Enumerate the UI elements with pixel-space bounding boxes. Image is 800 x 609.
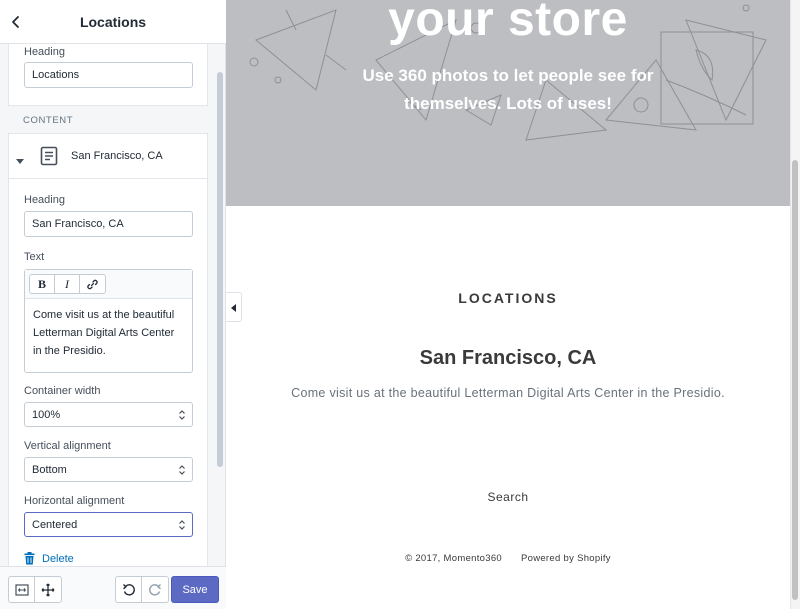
redo-button[interactable] bbox=[142, 577, 168, 602]
heading-input[interactable]: Locations bbox=[24, 62, 193, 88]
storefront-preview: your store Use 360 photos to let people … bbox=[226, 0, 800, 609]
location-name: San Francisco, CA bbox=[419, 347, 597, 369]
text-label: Text bbox=[24, 251, 45, 263]
select-arrows-icon bbox=[179, 410, 185, 420]
vertical-alignment-label: Vertical alignment bbox=[24, 440, 111, 452]
copyright-text: © 2017, Momento360 bbox=[405, 553, 503, 564]
bold-button[interactable]: B bbox=[30, 275, 55, 293]
hero-title: your store bbox=[388, 0, 628, 46]
footer-search-link[interactable]: Search bbox=[226, 490, 790, 504]
horizontal-alignment-value: Centered bbox=[32, 519, 78, 531]
heading-label: Heading bbox=[24, 46, 65, 58]
hero-banner: your store Use 360 photos to let people … bbox=[226, 0, 790, 206]
footer-credits: © 2017, Momento360 Powered by Shopify bbox=[226, 553, 790, 564]
expand-horizontal-icon bbox=[14, 583, 29, 596]
block-name: San Francisco, CA bbox=[71, 150, 163, 162]
delete-block-button[interactable]: Delete bbox=[24, 552, 74, 565]
block-row-san-francisco[interactable]: San Francisco, CA bbox=[8, 133, 208, 179]
theme-editor-sidebar: Locations Heading Locations CONTENT San … bbox=[0, 0, 226, 609]
select-arrows-icon bbox=[179, 465, 185, 475]
select-arrows-icon bbox=[179, 520, 185, 530]
block-heading-label: Heading bbox=[24, 194, 65, 206]
horizontal-alignment-label: Horizontal alignment bbox=[24, 495, 125, 507]
rich-text-editor: B I Come visit us at the beautiful Lette… bbox=[24, 269, 193, 373]
sidebar-header: Locations bbox=[0, 0, 226, 44]
delete-label: Delete bbox=[42, 552, 74, 565]
location-description: Come visit us at the beautiful Letterman… bbox=[291, 386, 725, 400]
sidebar-scroll-area: Heading Locations CONTENT San Francisco,… bbox=[0, 44, 226, 566]
container-width-label: Container width bbox=[24, 385, 101, 397]
locations-section-title: LOCATIONS bbox=[458, 290, 558, 306]
link-button[interactable] bbox=[80, 275, 105, 293]
horizontal-alignment-select[interactable]: Centered bbox=[24, 512, 193, 537]
powered-by-link[interactable]: Powered by Shopify bbox=[521, 553, 611, 564]
preview-scrollbar-thumb[interactable] bbox=[792, 160, 798, 600]
italic-button[interactable]: I bbox=[55, 275, 80, 293]
container-width-value: 100% bbox=[32, 409, 61, 421]
content-section-label: CONTENT bbox=[23, 115, 74, 126]
vertical-alignment-select[interactable]: Bottom bbox=[24, 457, 193, 482]
rich-text-toolbar: B I bbox=[25, 270, 192, 299]
rich-text-content[interactable]: Come visit us at the beautiful Letterman… bbox=[33, 306, 185, 360]
hero-subtitle: Use 360 photos to let people see for the… bbox=[362, 66, 654, 113]
trash-icon bbox=[24, 552, 35, 565]
move-icon bbox=[41, 583, 55, 596]
block-heading-input[interactable]: San Francisco, CA bbox=[24, 211, 193, 237]
text-block-icon bbox=[40, 146, 58, 166]
inspect-view-button[interactable] bbox=[35, 577, 61, 602]
history-button-group bbox=[115, 576, 169, 603]
view-toggle-group bbox=[8, 576, 62, 603]
undo-button[interactable] bbox=[116, 577, 142, 602]
section-heading-card: Heading Locations bbox=[8, 44, 208, 106]
sidebar-scrollbar[interactable] bbox=[217, 72, 223, 467]
undo-icon bbox=[122, 583, 135, 596]
link-icon bbox=[87, 279, 98, 289]
format-button-group: B I bbox=[29, 274, 106, 294]
redo-icon bbox=[149, 583, 161, 596]
container-width-select[interactable]: 100% bbox=[24, 402, 193, 427]
sidebar-footer: Save bbox=[0, 566, 226, 609]
vertical-alignment-value: Bottom bbox=[32, 464, 67, 476]
caret-down-icon[interactable] bbox=[16, 152, 24, 164]
save-button[interactable]: Save bbox=[171, 576, 219, 603]
full-width-view-button[interactable] bbox=[9, 577, 35, 602]
block-settings-card: Heading San Francisco, CA Text B I Come … bbox=[8, 179, 208, 566]
sidebar-title: Locations bbox=[79, 14, 147, 30]
